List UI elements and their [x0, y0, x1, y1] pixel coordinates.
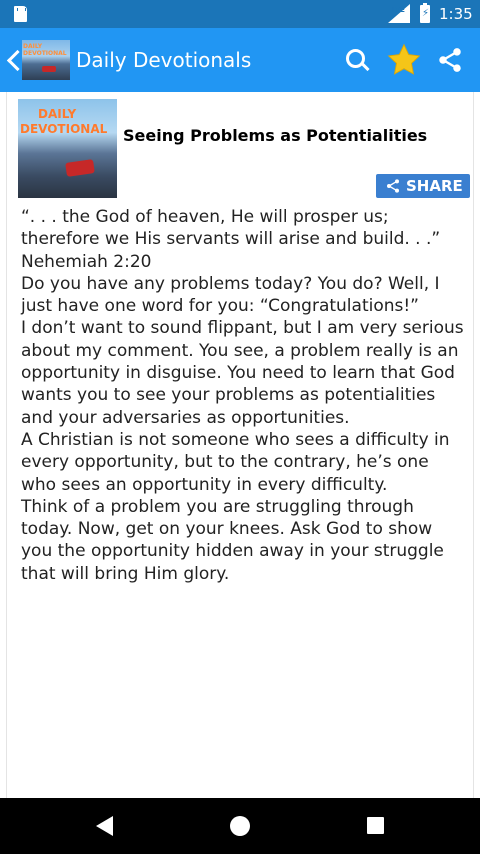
- devotional-thumbnail: DAILY DEVOTIONAL: [18, 99, 117, 198]
- nav-recents-icon[interactable]: [367, 817, 384, 834]
- paragraph: A Christian is not someone who sees a di…: [21, 429, 450, 495]
- share-icon[interactable]: [436, 46, 464, 74]
- share-icon: [387, 179, 399, 193]
- navigation-bar: [0, 798, 480, 854]
- thumbnail-title-line2: DEVOTIONAL: [20, 122, 108, 136]
- paragraph: Think of a problem you are struggling th…: [21, 496, 444, 584]
- nav-home-icon[interactable]: [230, 816, 250, 836]
- article-title: Seeing Problems as Potentialities: [123, 126, 428, 145]
- status-bar: LTE ⚡ 1:35: [0, 0, 480, 28]
- article-body: “. . . the God of heaven, He will prospe…: [21, 206, 467, 585]
- app-bar: DAILY DEVOTIONAL Daily Devotionals: [0, 28, 480, 92]
- thumbnail-title-line1: DAILY: [38, 107, 77, 121]
- app-logo: DAILY DEVOTIONAL: [22, 40, 70, 80]
- status-time: 1:35: [439, 5, 473, 23]
- devotional-content[interactable]: DAILY DEVOTIONAL Seeing Problems as Pote…: [6, 92, 474, 798]
- back-arrow-icon[interactable]: [2, 44, 24, 76]
- battery-icon: ⚡: [420, 3, 430, 23]
- paragraph: Do you have any problems today? You do? …: [21, 273, 440, 317]
- app-logo-text: DAILY DEVOTIONAL: [23, 43, 67, 57]
- sd-card-icon: [14, 6, 27, 22]
- nav-back-icon[interactable]: [96, 816, 113, 836]
- paragraph: I don’t want to sound flippant, but I am…: [21, 318, 464, 428]
- share-button[interactable]: SHARE: [376, 174, 470, 198]
- network-type: LTE: [392, 6, 405, 14]
- share-button-label: SHARE: [406, 177, 463, 195]
- paragraph-scripture: “. . . the God of heaven, He will prospe…: [21, 207, 441, 272]
- search-icon[interactable]: [344, 47, 370, 73]
- star-icon[interactable]: [385, 42, 423, 78]
- app-title: Daily Devotionals: [76, 48, 252, 72]
